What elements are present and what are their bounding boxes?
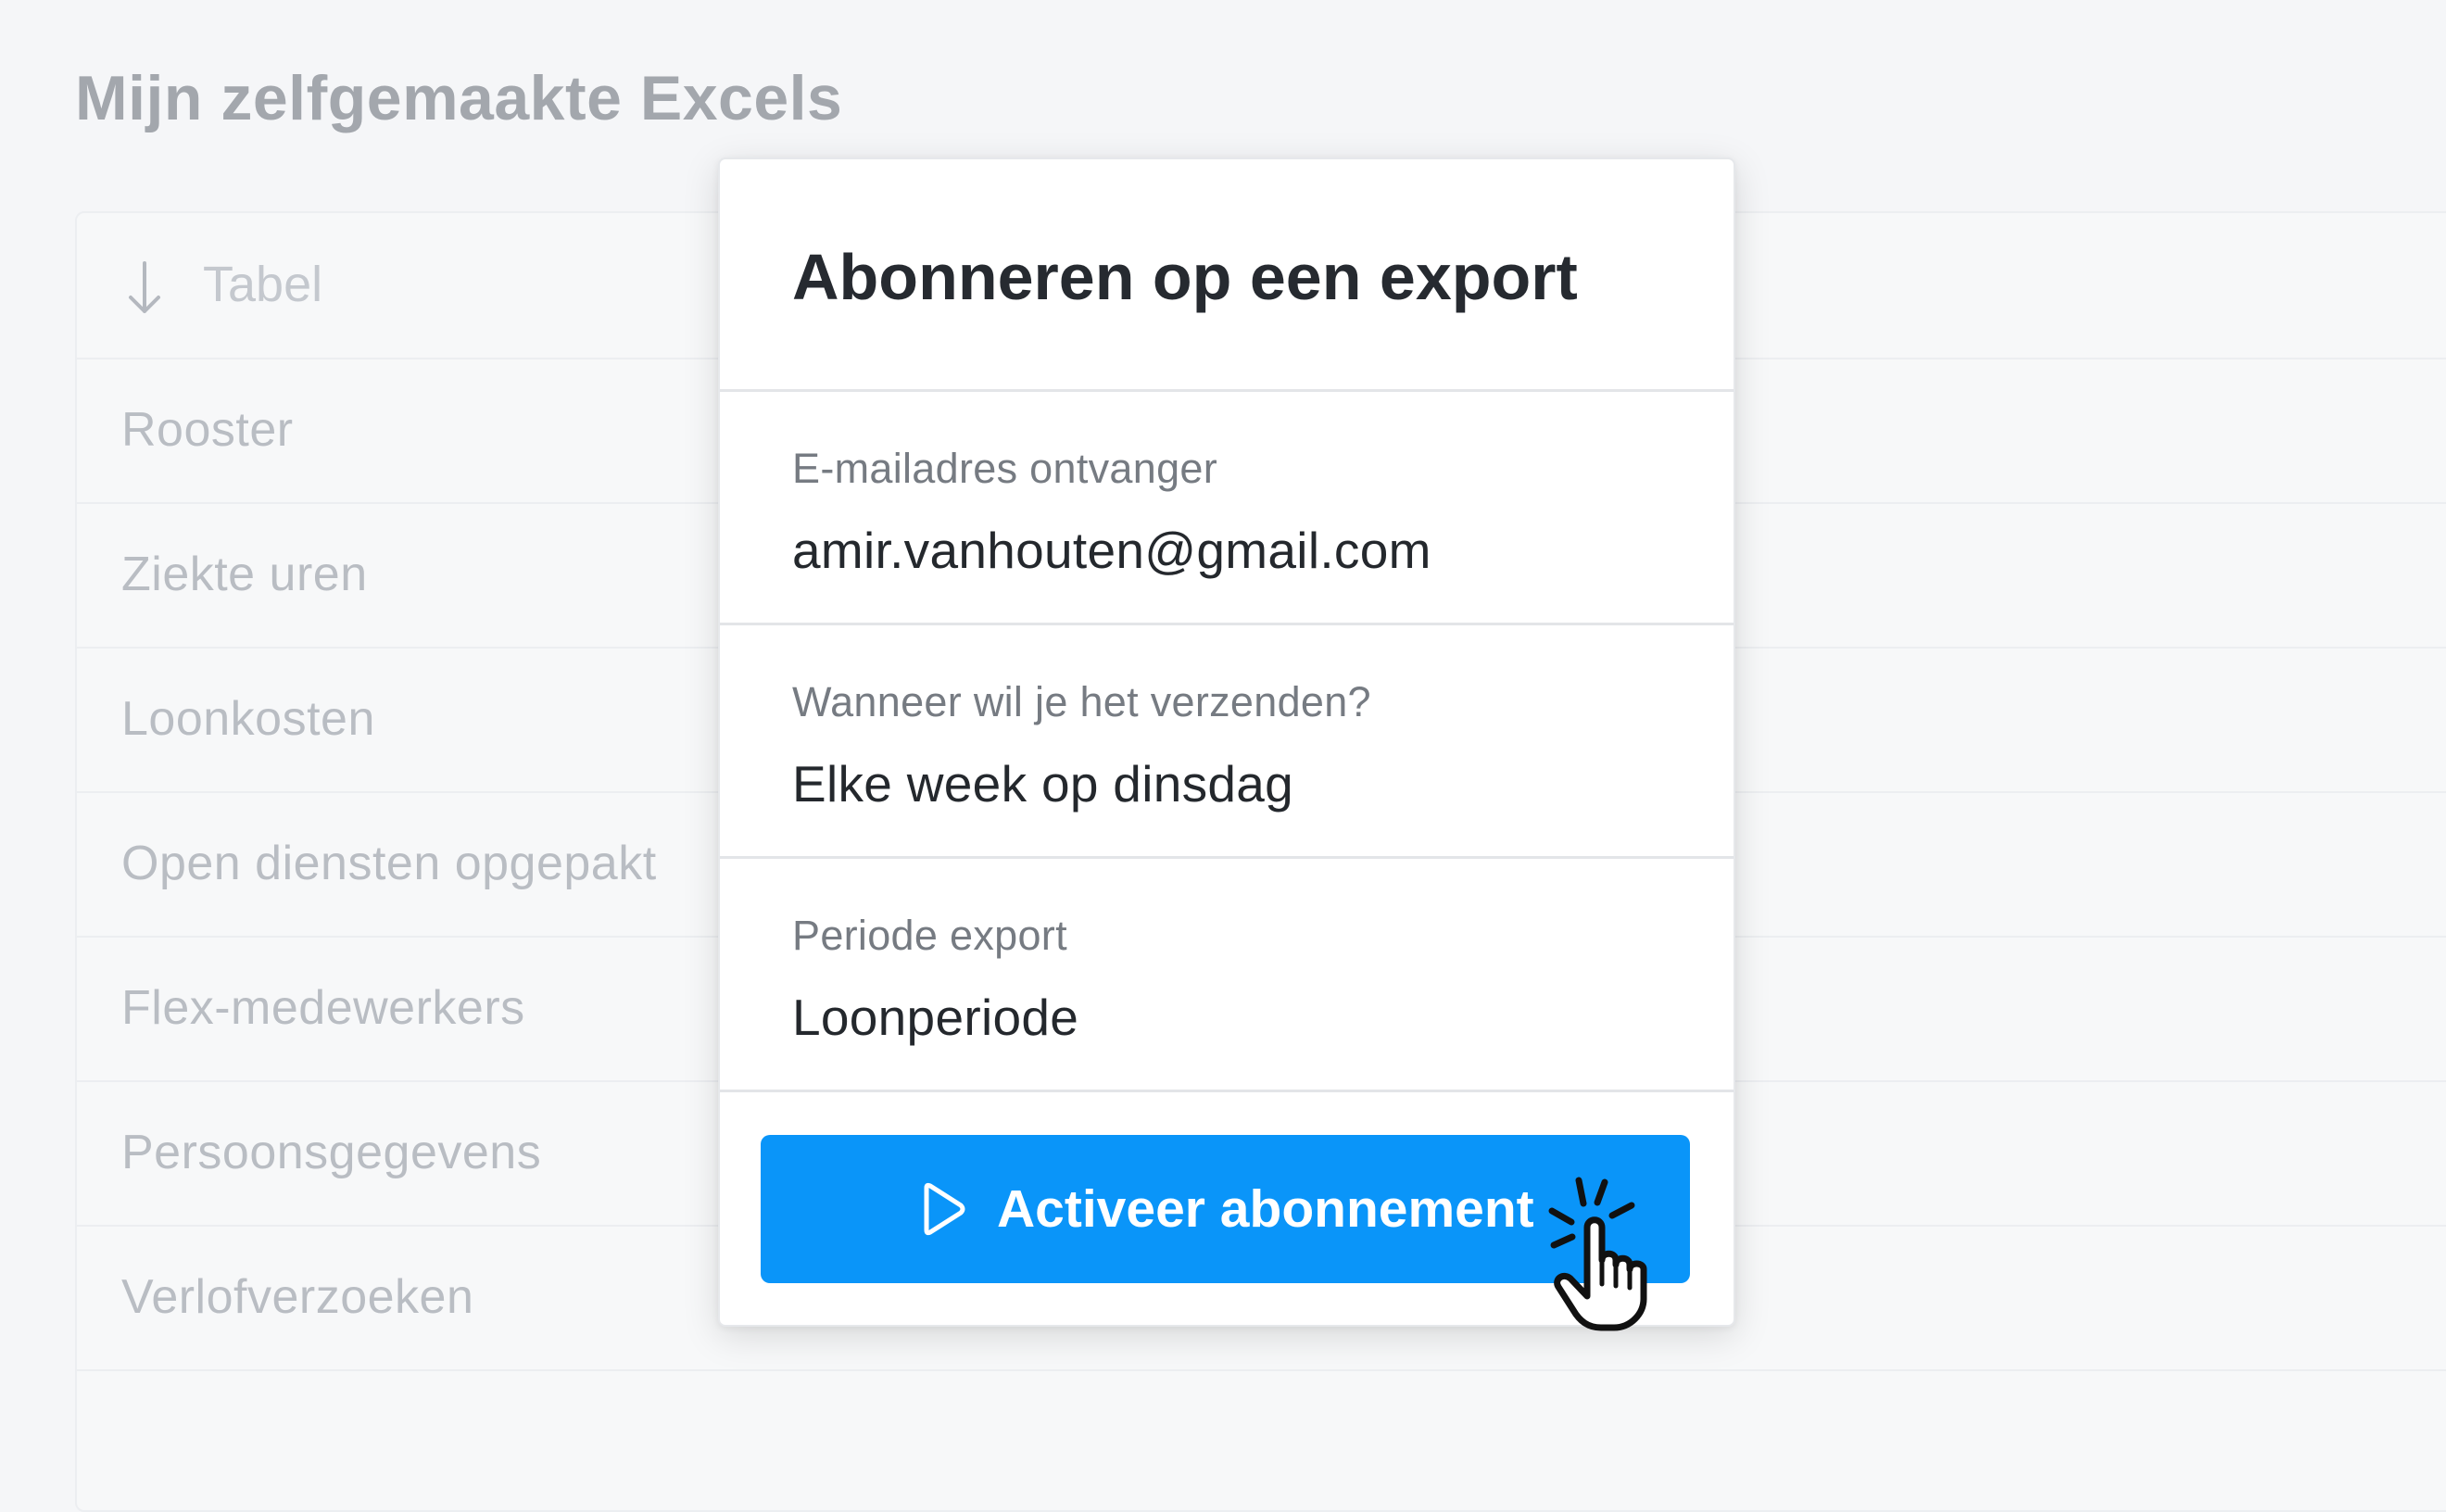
send-schedule-label: Wanneer wil je het verzenden? (792, 678, 1371, 725)
table-cell: Loonkosten (121, 692, 375, 746)
subscribe-export-modal: Abonneren op een export E-mailadres ontv… (718, 158, 1735, 1327)
table-cell: Flex-medewerkers (121, 981, 525, 1035)
modal-title: Abonneren op een export (792, 241, 1578, 313)
table-cell: Rooster (121, 403, 294, 457)
divider (720, 856, 1734, 859)
table-cell: Ziekte uren (121, 548, 368, 601)
activate-subscription-label: Activeer abonnement (997, 1179, 1534, 1239)
arrow-down-icon[interactable] (126, 259, 163, 317)
export-period-value[interactable]: Loonperiode (792, 992, 1078, 1043)
table-cell: Verlofverzoeken (121, 1270, 474, 1324)
divider (720, 389, 1734, 392)
divider (720, 1090, 1734, 1092)
email-recipient-label: E-mailadres ontvanger (792, 445, 1218, 492)
send-schedule-value[interactable]: Elke week op dinsdag (792, 759, 1293, 810)
play-icon (924, 1182, 965, 1236)
table-cell: Open diensten opgepakt (121, 837, 657, 890)
page-title: Mijn zelfgemaakte Excels (75, 63, 843, 133)
email-recipient-value[interactable]: amir.vanhouten@gmail.com (792, 525, 1431, 576)
export-period-label: Periode export (792, 912, 1067, 959)
table-cell: Persoonsgegevens (121, 1126, 542, 1179)
column-header-tabel: Tabel (203, 257, 323, 312)
divider (720, 623, 1734, 625)
hand-pointer-cursor-icon (1548, 1177, 1647, 1331)
